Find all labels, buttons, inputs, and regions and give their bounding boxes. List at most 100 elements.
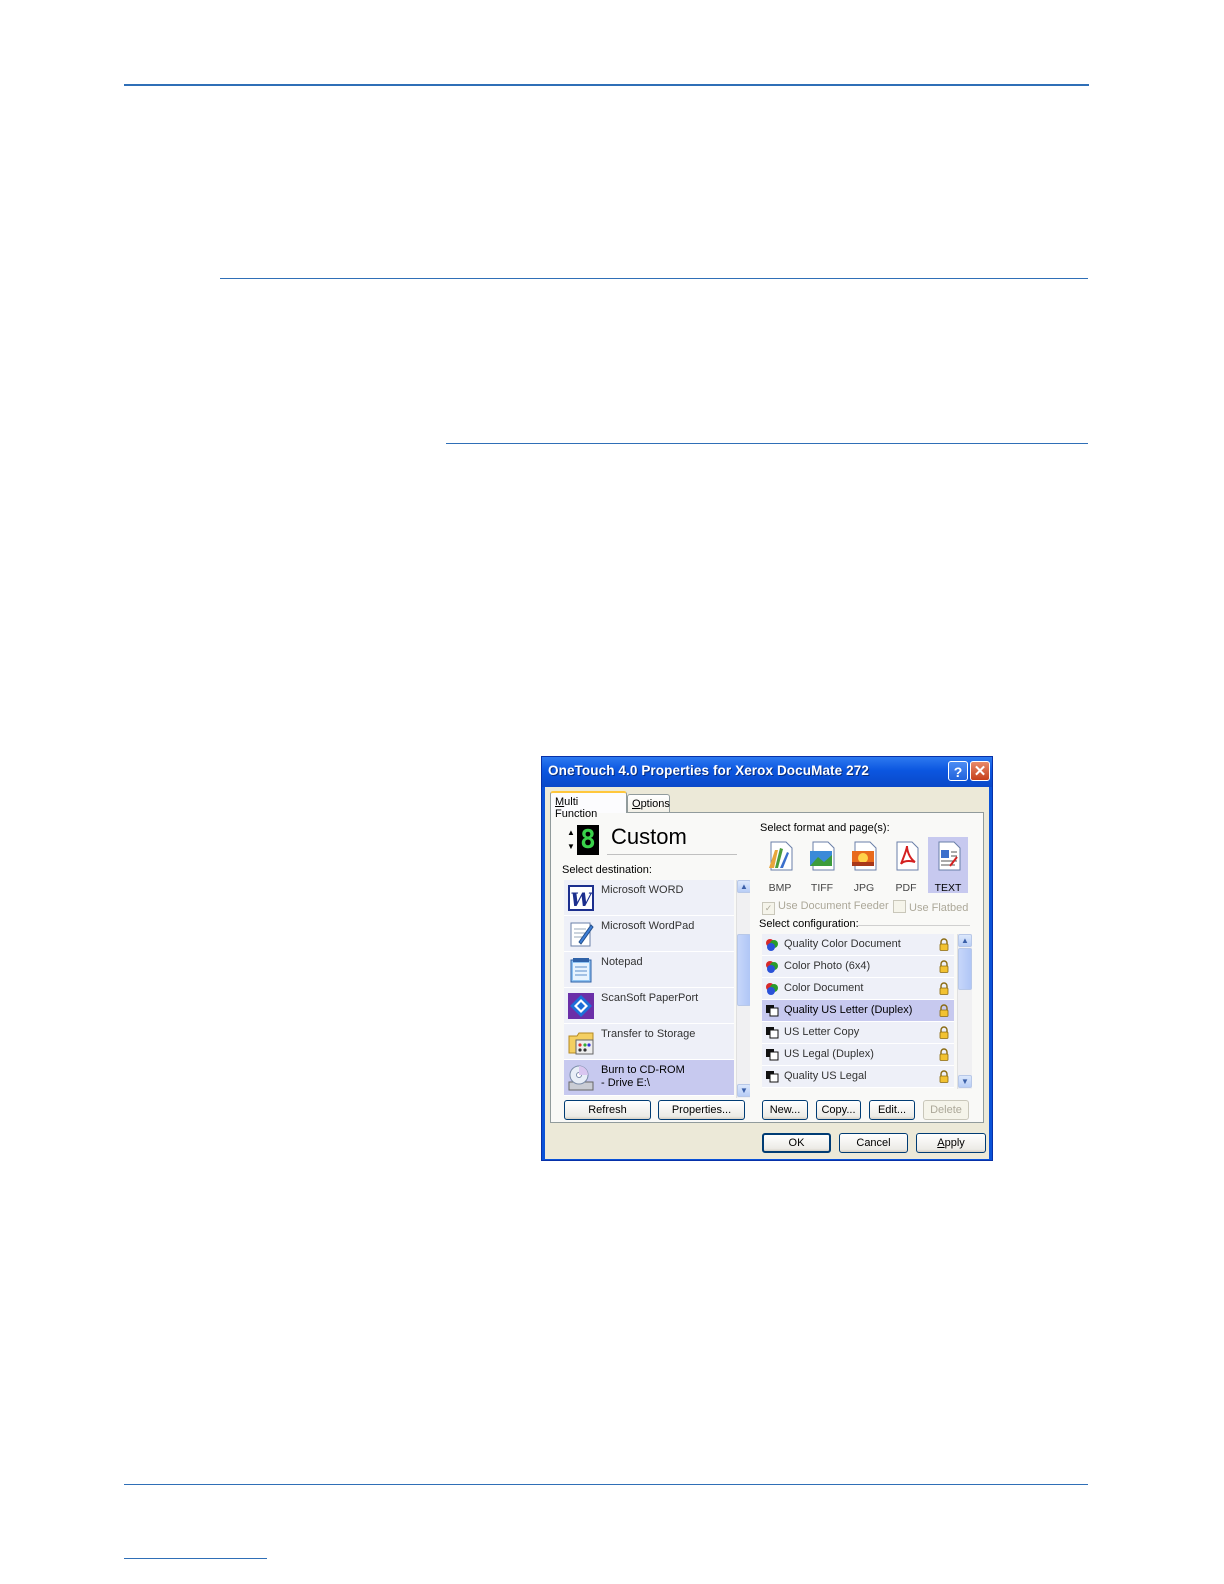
edit-button[interactable]: Edit... <box>869 1100 915 1120</box>
list-item[interactable]: Quality Color Document <box>762 934 954 956</box>
format-tiff[interactable]: TIFF <box>802 837 842 894</box>
notepad-icon <box>570 958 592 983</box>
bw-config-icon <box>766 1005 779 1017</box>
help-icon[interactable]: ? <box>948 761 968 781</box>
cancel-button[interactable]: Cancel <box>839 1133 908 1153</box>
paperport-icon <box>568 993 594 1019</box>
apply-button[interactable]: Apply <box>916 1133 986 1153</box>
destination-label: Burn to CD-ROM - Drive E:\ <box>601 1064 685 1089</box>
destination-label: Microsoft WORD <box>601 884 684 896</box>
list-item-selected[interactable]: Quality US Letter (Duplex) <box>762 1000 954 1022</box>
list-item[interactable]: US Legal (Duplex) <box>762 1044 954 1066</box>
format-bmp[interactable]: BMP <box>760 837 800 894</box>
configuration-label: US Letter Copy <box>784 1026 860 1038</box>
refresh-button[interactable]: Refresh <box>564 1100 651 1120</box>
checkbox-label: Use Flatbed <box>909 902 969 914</box>
bw-config-icon <box>766 1027 779 1039</box>
bw-config-icon <box>766 1071 779 1083</box>
format-text[interactable]: TEXT <box>928 837 968 894</box>
button-spinner[interactable]: ▲ ▼ <box>565 826 577 854</box>
list-item[interactable]: W Microsoft WORD <box>564 880 734 916</box>
tab-multi-function[interactable]: Multi Function <box>550 791 627 820</box>
delete-button[interactable]: Delete <box>923 1100 969 1120</box>
spin-down-icon[interactable]: ▼ <box>565 840 577 854</box>
scroll-up-icon[interactable]: ▲ <box>958 934 972 947</box>
scroll-down-icon[interactable]: ▼ <box>958 1075 972 1088</box>
format-label: BMP <box>768 882 792 894</box>
footer-rule <box>124 1484 1088 1485</box>
destination-scrollbar[interactable]: ▲ ▼ <box>736 880 750 1098</box>
format-pdf[interactable]: PDF <box>886 837 926 894</box>
text-file-icon <box>938 841 961 871</box>
list-item[interactable]: Transfer to Storage <box>564 1024 734 1060</box>
section-rule <box>220 278 1088 279</box>
use-document-feeder-checkbox[interactable]: ✓ Use Document Feeder <box>762 900 889 915</box>
subsection-rule <box>446 443 1088 444</box>
configuration-label: Color Photo (6x4) <box>784 960 871 972</box>
checkbox-box: ✓ <box>762 902 775 915</box>
dialog-client-area: Multi Function Options ▲ ▼ 8 Custom Sele… <box>545 787 989 1159</box>
configuration-label: Quality US Legal <box>784 1070 867 1082</box>
configuration-label: Color Document <box>784 982 864 994</box>
checkbox-box <box>893 900 906 913</box>
scroll-thumb[interactable] <box>958 948 972 990</box>
use-flatbed-checkbox[interactable]: Use Flatbed <box>893 900 968 914</box>
wordpad-icon <box>570 922 594 947</box>
profile-name: Custom <box>611 824 687 849</box>
list-item[interactable]: US Letter Copy <box>762 1022 954 1044</box>
format-label: JPG <box>853 882 875 894</box>
configuration-list: Quality Color Document Color Photo (6x4)… <box>762 934 972 1089</box>
word-icon: W <box>568 885 594 911</box>
configuration-separator <box>856 925 970 926</box>
footer-short-rule <box>124 1558 267 1559</box>
lock-icon <box>939 982 949 995</box>
select-format-label: Select format and page(s): <box>760 822 890 834</box>
format-label: TIFF <box>810 882 834 894</box>
list-item[interactable]: Color Document <box>762 978 954 1000</box>
color-config-icon <box>766 961 778 973</box>
select-destination-label: Select destination: <box>562 864 652 876</box>
lock-icon <box>939 1004 949 1017</box>
color-config-icon <box>766 983 778 995</box>
checkbox-label: Use Document Feeder <box>778 900 889 912</box>
bw-config-icon <box>766 1049 779 1061</box>
list-item[interactable]: Microsoft WordPad <box>564 916 734 952</box>
select-configuration-label: Select configuration: <box>759 918 859 930</box>
close-icon[interactable]: ✕ <box>970 761 990 781</box>
destination-label: ScanSoft PaperPort <box>601 992 699 1004</box>
ok-button[interactable]: OK <box>762 1133 831 1153</box>
header-rule <box>124 84 1089 86</box>
list-item[interactable]: Notepad <box>564 952 734 988</box>
configuration-label: Quality Color Document <box>784 938 901 950</box>
format-jpg[interactable]: JPG <box>844 837 884 894</box>
format-label: TEXT <box>934 882 962 894</box>
destination-label: Notepad <box>601 956 643 968</box>
scroll-thumb[interactable] <box>737 934 750 1006</box>
list-item-selected[interactable]: Burn to CD-ROM - Drive E:\ <box>564 1060 734 1096</box>
tiff-file-icon <box>810 841 835 871</box>
properties-button[interactable]: Properties... <box>658 1100 745 1120</box>
lock-icon <box>939 1070 949 1083</box>
list-item[interactable]: Quality US Legal <box>762 1066 954 1088</box>
destination-label: Transfer to Storage <box>601 1028 696 1040</box>
button-number-display: 8 <box>577 825 599 855</box>
onetouch-properties-dialog: OneTouch 4.0 Properties for Xerox DocuMa… <box>541 756 993 1161</box>
pdf-file-icon <box>896 841 919 871</box>
title-bar: OneTouch 4.0 Properties for Xerox DocuMa… <box>542 757 992 787</box>
scroll-down-icon[interactable]: ▼ <box>737 1084 750 1097</box>
lock-icon <box>939 938 949 951</box>
lock-icon <box>939 1026 949 1039</box>
tab-panel: ▲ ▼ 8 Custom Select destination: W Micro… <box>550 812 984 1123</box>
profile-underline <box>607 854 737 855</box>
lock-icon <box>939 1048 949 1061</box>
new-button[interactable]: New... <box>762 1100 808 1120</box>
configuration-label: Quality US Letter (Duplex) <box>784 1004 913 1016</box>
lock-icon <box>939 960 949 973</box>
list-item[interactable]: Color Photo (6x4) <box>762 956 954 978</box>
configuration-scrollbar[interactable]: ▲ ▼ <box>957 934 972 1089</box>
scroll-up-icon[interactable]: ▲ <box>737 880 750 893</box>
spin-up-icon[interactable]: ▲ <box>565 826 577 840</box>
copy-button[interactable]: Copy... <box>816 1100 861 1120</box>
tab-options[interactable]: Options <box>627 794 670 814</box>
list-item[interactable]: ScanSoft PaperPort <box>564 988 734 1024</box>
